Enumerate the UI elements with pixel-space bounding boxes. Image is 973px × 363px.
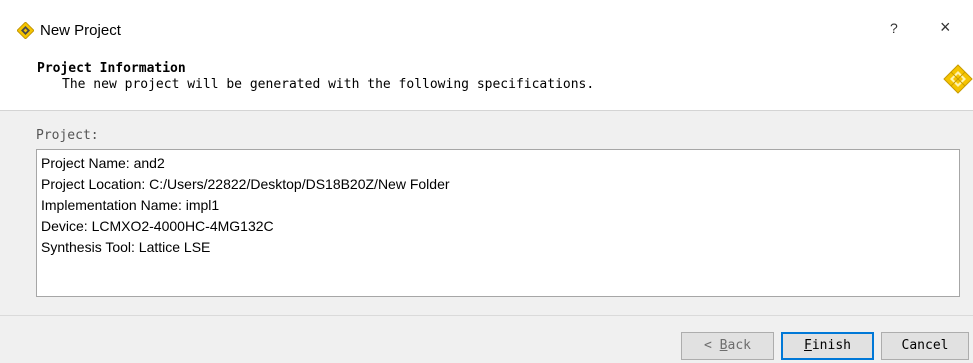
header-description: The new project will be generated with t… [62, 77, 595, 92]
help-button[interactable]: ? [890, 20, 898, 36]
back-prefix: < [704, 338, 720, 353]
footer-divider [0, 315, 973, 316]
cancel-button[interactable]: Cancel [881, 332, 969, 360]
finish-button[interactable]: Finish [781, 332, 874, 360]
window-title: New Project [40, 22, 121, 39]
summary-project-location: Project Location: C:/Users/22822/Desktop… [41, 176, 450, 192]
close-button[interactable]: × [940, 17, 951, 38]
back-rest: ack [727, 338, 751, 353]
back-button[interactable]: < Back [681, 332, 774, 360]
header-title: Project Information [37, 61, 186, 76]
header-divider [0, 110, 973, 111]
wizard-header: Project Information The new project will… [0, 52, 973, 110]
finish-mnemonic: F [804, 338, 812, 353]
summary-implementation-name: Implementation Name: impl1 [41, 197, 220, 213]
back-mnemonic: B [719, 338, 728, 353]
finish-rest: inish [811, 338, 851, 353]
summary-project-name: Project Name: and2 [41, 155, 165, 171]
lattice-diamond-icon [17, 22, 34, 39]
lattice-logo-icon [943, 64, 973, 94]
new-project-dialog: New Project ? × Project Information The … [0, 0, 973, 363]
summary-synthesis-tool: Synthesis Tool: Lattice LSE [41, 239, 211, 255]
summary-device: Device: LCMXO2-4000HC-4MG132C [41, 218, 274, 234]
project-label: Project: [36, 128, 99, 143]
project-summary-box[interactable]: Project Name: and2 Project Location: C:/… [36, 149, 960, 297]
